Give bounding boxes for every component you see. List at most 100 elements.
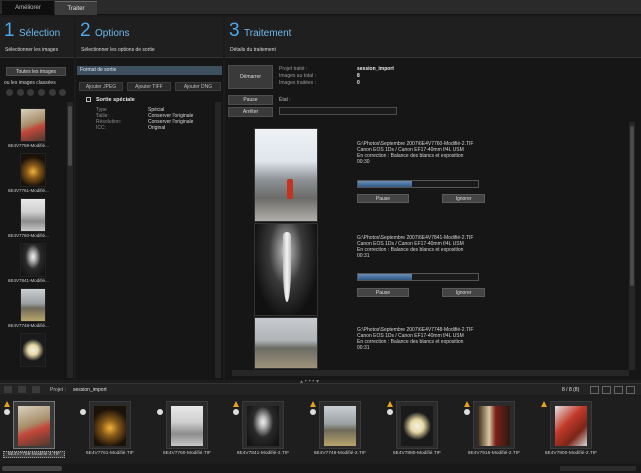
- full-view-icon[interactable]: [626, 386, 635, 394]
- star-icon[interactable]: [38, 89, 46, 96]
- warning-icon: [541, 401, 547, 407]
- rating-filter[interactable]: [6, 89, 67, 97]
- item-correction: En correction : Balance des blancs et ex…: [357, 247, 464, 253]
- thumb-frame: [473, 401, 515, 449]
- selection-thumb[interactable]: 6E4V7761-Modifié...: [8, 153, 49, 193]
- disc-icon: [157, 409, 163, 415]
- film-thumb[interactable]: 6E4V7880-Modifié.TIF: [386, 399, 448, 457]
- zoom-slider[interactable]: [560, 466, 636, 471]
- overall-progress-bar: [279, 107, 397, 115]
- progress-fill: [358, 181, 412, 187]
- add-jpeg-button[interactable]: Ajouter JPEG: [79, 82, 123, 91]
- project-label: Projet traité :: [279, 66, 308, 72]
- selection-thumb[interactable]: [20, 333, 48, 367]
- thumb-label: 6E4V7761-Modifié...: [8, 188, 49, 193]
- pause-button[interactable]: Pause: [228, 95, 273, 105]
- film-thumb[interactable]: 6E4V7900-Modifié-2.TIF: [540, 399, 602, 457]
- film-thumb[interactable]: 6E4V7841-Modifié-2.TIF: [232, 399, 294, 457]
- star-icon[interactable]: [48, 89, 56, 96]
- rated-images-label: ou les images classées: [4, 80, 56, 86]
- item-correction: En correction : Balance des blancs et ex…: [357, 339, 464, 345]
- film-thumb[interactable]: 6E4V7748-Modifié-2.TIF: [309, 399, 371, 457]
- compare-view-icon[interactable]: [614, 386, 623, 394]
- disc-icon: [464, 409, 470, 415]
- scrollbar-thumb[interactable]: [630, 126, 634, 286]
- film-thumb[interactable]: 6E4V7759-Modifié-2.TIF: [3, 399, 65, 458]
- star-icon[interactable]: [59, 89, 67, 96]
- thumbnail-image: [20, 198, 46, 232]
- item-progress-bar: [357, 180, 479, 188]
- processing-item: G:\Photos\Septembre 2007\6E4V7760-Modifi…: [254, 128, 627, 222]
- output-format-header: Format de sortie: [77, 66, 222, 75]
- thumb-frame: [396, 401, 438, 449]
- list-view-icon[interactable]: [602, 386, 611, 394]
- selection-subtitle: Sélectionner les images: [5, 47, 59, 53]
- film-thumb[interactable]: 6E4V7916-Modifié-2.TIF: [463, 399, 525, 457]
- film-thumb[interactable]: 6E4V7760-Modifié.TIF: [156, 399, 218, 457]
- star-icon[interactable]: [6, 89, 13, 96]
- view-toggle-icon[interactable]: [4, 386, 12, 393]
- thumbnail-image: [20, 108, 46, 142]
- selection-thumb[interactable]: 6E4V7759-Modifié...: [8, 108, 49, 148]
- item-pause-button[interactable]: Pause: [357, 194, 409, 203]
- film-thumb-name: 6E4V7900-Modifié-2.TIF: [544, 451, 598, 456]
- disc-icon: [80, 409, 86, 415]
- film-thumb[interactable]: 6E4V7761-Modifié.TIF: [79, 399, 141, 457]
- warning-icon: [233, 401, 239, 407]
- thumb-label: 6E4V7748-Modifié...: [8, 323, 49, 328]
- special-output-title[interactable]: Sortie spéciale: [96, 97, 135, 103]
- thumbnail-image: [555, 406, 587, 446]
- film-thumb-name: 6E4V7880-Modifié.TIF: [393, 451, 441, 456]
- rotate-icon[interactable]: [18, 386, 26, 393]
- stop-button[interactable]: Arrêter: [228, 107, 273, 117]
- item-time: 00:31: [357, 253, 370, 259]
- add-tiff-button[interactable]: Ajouter TIFF: [127, 82, 171, 91]
- sculpture-shape: [283, 232, 291, 302]
- tab-traiter[interactable]: Traiter: [55, 1, 97, 15]
- selection-thumb[interactable]: 6E4V7841-Modifié...: [8, 243, 49, 283]
- film-thumb-name: 6E4V7916-Modifié-2.TIF: [467, 451, 521, 456]
- thumbnail-image: [401, 406, 433, 446]
- start-button[interactable]: Démarrer: [228, 65, 273, 89]
- film-thumb-name: 6E4V7760-Modifié.TIF: [163, 451, 211, 456]
- start-label: Démarrer: [239, 74, 262, 80]
- tab-ameliorer[interactable]: Améliorer: [2, 1, 54, 15]
- all-images-button[interactable]: Toutes les images: [6, 67, 66, 76]
- scrollbar-thumb[interactable]: [2, 466, 62, 471]
- sort-icon[interactable]: [32, 386, 40, 393]
- add-dng-button[interactable]: Ajouter DNG: [175, 82, 221, 91]
- item-pause-button[interactable]: Pause: [357, 288, 409, 297]
- item-correction: En correction : Balance des blancs et ex…: [357, 153, 464, 159]
- processing-image: [254, 317, 318, 369]
- thumbnail-image: [18, 406, 50, 446]
- scrollbar-thumb[interactable]: [68, 106, 72, 166]
- total-label: Images au total :: [279, 73, 316, 79]
- options-scrollbar[interactable]: [215, 102, 221, 378]
- thumb-frame: [166, 401, 208, 449]
- disc-icon: [387, 409, 393, 415]
- thumb-frame: [319, 401, 361, 449]
- filmstrip-toolbar: Projet : session_import 8 / 8 (8): [0, 383, 641, 395]
- star-icon[interactable]: [27, 89, 35, 96]
- grid-view-icon[interactable]: [590, 386, 599, 394]
- thumb-label: 6E4V7759-Modifié...: [8, 143, 49, 148]
- filmstrip-scrollbar[interactable]: [0, 464, 641, 473]
- total-value: 8: [357, 73, 360, 79]
- step-number-3: 3: [229, 20, 240, 41]
- processing-scrollbar[interactable]: [629, 122, 635, 370]
- gear-icon: [86, 97, 91, 102]
- disc-icon: [4, 409, 10, 415]
- selection-scrollbar[interactable]: [67, 102, 73, 378]
- selection-thumb[interactable]: 6E4V7748-Modifié...: [8, 288, 49, 328]
- thumb-frame: [13, 401, 55, 449]
- item-ignore-button[interactable]: Ignorer: [442, 288, 485, 297]
- field-value: Original: [148, 125, 166, 131]
- selection-thumb[interactable]: 6E4V7760-Modifié...: [8, 198, 49, 238]
- star-icon[interactable]: [16, 89, 24, 96]
- thumb-label: 6E4V7841-Modifié...: [8, 278, 49, 283]
- film-thumb-name: 6E4V7759-Modifié-2.TIF: [3, 451, 65, 458]
- item-ignore-button[interactable]: Ignorer: [442, 194, 485, 203]
- processing-hscrollbar[interactable]: [232, 370, 629, 376]
- warning-icon: [387, 401, 393, 407]
- options-title: Options: [95, 28, 130, 39]
